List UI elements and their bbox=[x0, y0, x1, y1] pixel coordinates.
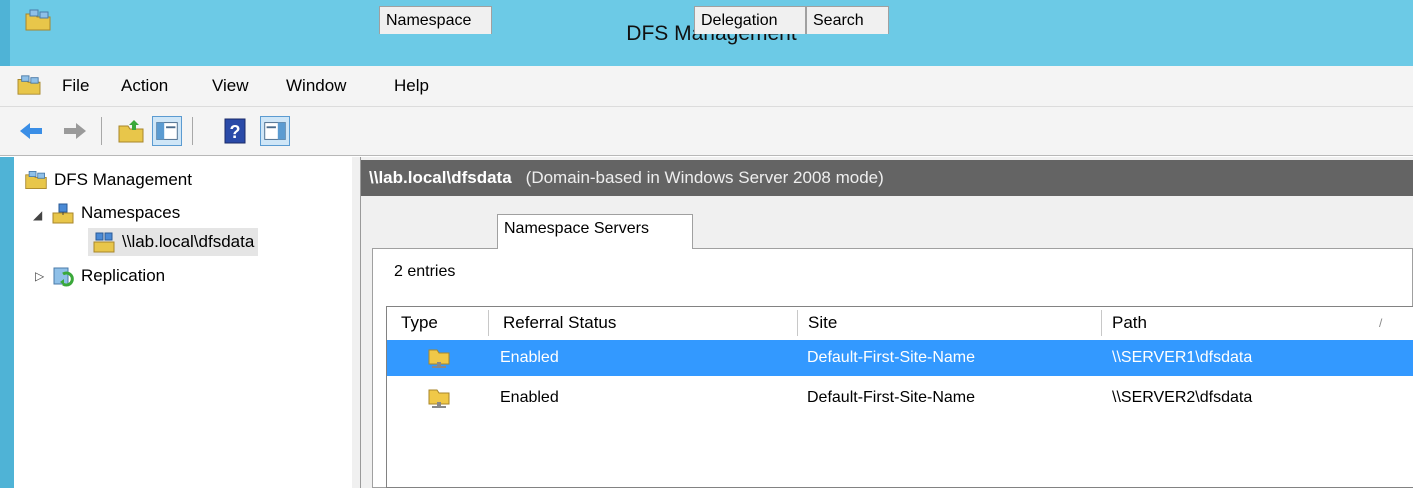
tree-label: \\lab.local\dfsdata bbox=[122, 232, 255, 251]
tree-node-namespaces[interactable]: Namespaces bbox=[51, 199, 180, 227]
table-row[interactable]: Enabled Default-First-Site-Name \\SERVER… bbox=[387, 380, 1413, 416]
column-header-type[interactable]: Type bbox=[401, 307, 438, 339]
sort-indicator-icon: / bbox=[1379, 316, 1383, 330]
show-hide-console-tree-icon[interactable] bbox=[152, 116, 182, 146]
back-icon[interactable] bbox=[16, 116, 46, 146]
pane-splitter[interactable] bbox=[352, 157, 361, 488]
cell-site: Default-First-Site-Name bbox=[807, 349, 976, 366]
table-row[interactable]: Enabled Default-First-Site-Name \\SERVER… bbox=[387, 340, 1413, 376]
tree-label: Replication bbox=[81, 266, 166, 285]
column-header-site[interactable]: Site bbox=[808, 307, 837, 339]
menu-file[interactable]: File bbox=[62, 76, 89, 96]
show-hide-action-pane-icon[interactable] bbox=[260, 116, 290, 146]
column-header-path[interactable]: Path bbox=[1112, 307, 1147, 339]
namespace-mode: (Domain-based in Windows Server 2008 mod… bbox=[525, 168, 884, 187]
tab-search[interactable]: Search bbox=[806, 6, 889, 34]
menu-view[interactable]: View bbox=[212, 76, 249, 96]
tree-node-dfs-management[interactable]: DFS Management bbox=[24, 166, 192, 194]
tab-delegation[interactable]: Delegation bbox=[694, 6, 806, 34]
tree-node-replication[interactable]: Replication bbox=[51, 262, 165, 290]
cell-path: \\SERVER2\dfsdata bbox=[1112, 389, 1253, 406]
menu-action[interactable]: Action bbox=[121, 76, 168, 96]
expand-arrow-icon[interactable]: ▷ bbox=[35, 269, 44, 283]
column-divider[interactable] bbox=[797, 310, 798, 336]
toolbar: ? bbox=[0, 107, 1413, 156]
entry-count: 2 entries bbox=[394, 263, 456, 280]
namespace-path: \\lab.local\dfsdata bbox=[369, 168, 512, 187]
cell-referral-status: Enabled bbox=[500, 389, 559, 406]
selected-tree-item[interactable]: \\lab.local\dfsdata bbox=[88, 228, 259, 256]
column-divider[interactable] bbox=[1101, 310, 1102, 336]
column-header-referral-status[interactable]: Referral Status bbox=[503, 307, 616, 339]
system-menu-icon[interactable] bbox=[16, 74, 42, 96]
cell-site: Default-First-Site-Name bbox=[807, 389, 976, 406]
namespace-server-icon bbox=[428, 349, 450, 368]
tab-namespace-servers[interactable]: Namespace Servers bbox=[497, 214, 693, 249]
details-header: \\lab.local\dfsdata (Domain-based in Win… bbox=[361, 160, 1413, 196]
collapse-arrow-icon[interactable]: ◢ bbox=[33, 208, 42, 222]
forward-icon[interactable] bbox=[60, 116, 90, 146]
namespace-root-icon bbox=[93, 232, 115, 253]
tree-label: Namespaces bbox=[81, 203, 181, 222]
toolbar-separator bbox=[101, 117, 102, 145]
column-divider[interactable] bbox=[488, 310, 489, 336]
help-icon[interactable]: ? bbox=[220, 116, 250, 146]
dfs-app-icon bbox=[25, 171, 47, 189]
replication-icon bbox=[53, 267, 74, 287]
cell-referral-status: Enabled bbox=[500, 349, 559, 366]
menu-bar: File Action View Window Help bbox=[0, 66, 1413, 107]
menu-window[interactable]: Window bbox=[286, 76, 346, 96]
toolbar-separator bbox=[192, 117, 193, 145]
namespace-server-icon bbox=[428, 389, 450, 408]
namespaces-icon bbox=[52, 203, 74, 224]
menu-help[interactable]: Help bbox=[394, 76, 429, 96]
window-border bbox=[0, 157, 14, 488]
tree-node-namespace-item[interactable]: \\lab.local\dfsdata bbox=[88, 228, 259, 256]
up-folder-icon[interactable] bbox=[116, 116, 146, 146]
svg-text:?: ? bbox=[230, 122, 241, 142]
tab-namespace[interactable]: Namespace bbox=[379, 6, 492, 34]
tree-label: DFS Management bbox=[54, 170, 192, 189]
cell-path: \\SERVER1\dfsdata bbox=[1112, 349, 1253, 366]
